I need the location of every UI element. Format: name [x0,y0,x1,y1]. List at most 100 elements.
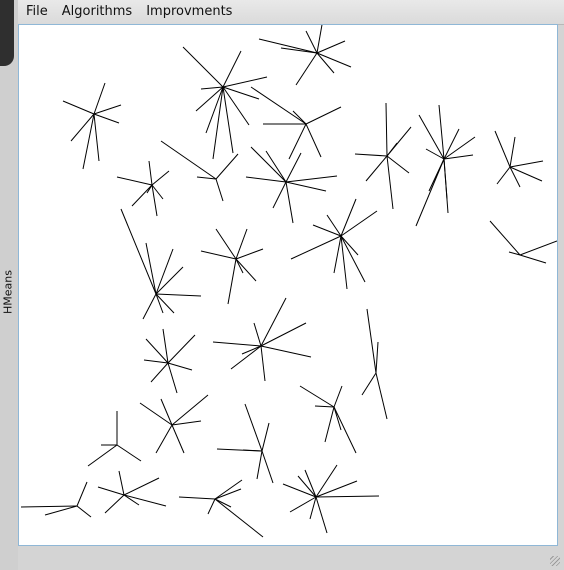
cluster-4 [250,86,342,160]
cluster-drawing [20,25,557,538]
cluster-21-spoke-2 [244,403,263,452]
cluster-14-spoke-2 [519,240,557,256]
cluster-23-spoke-1 [20,505,78,508]
cluster-12 [200,228,264,305]
cluster-15-spoke-4 [260,345,266,382]
cluster-5-spoke-5 [365,155,388,182]
cluster-5-spoke-6 [386,155,394,210]
cluster-15-spoke-1 [212,341,262,347]
cluster-10 [245,146,338,224]
cluster-18-spoke-3 [324,406,335,443]
cluster-8-spoke-7 [148,160,153,186]
cluster-12-spoke-4 [235,258,257,282]
cluster-15 [212,297,312,382]
cluster-21-spoke-3 [261,450,274,484]
cluster-5-spoke-3 [386,155,410,174]
cluster-2-spoke-6 [222,50,242,88]
cluster-11-spoke-6 [333,235,342,274]
cluster-12-spoke-3 [227,258,237,305]
cluster-10-spoke-5 [285,152,302,183]
menu-algorithms[interactable]: Algorithms [56,0,138,24]
cluster-22-spoke-6 [118,470,125,496]
cluster-14-spoke-3 [519,254,547,264]
cluster-22-spoke-2 [123,477,160,496]
cluster-10-spoke-6 [285,175,338,183]
cluster-24 [178,479,264,538]
cluster-5-spoke-1 [354,153,388,157]
cluster-6-spoke-10 [443,158,448,200]
cluster-8-spoke-2 [151,170,170,186]
cluster-8 [116,160,170,217]
drawing-canvas[interactable] [18,24,558,546]
cluster-9-spoke-2 [215,153,239,180]
menu-file[interactable]: File [20,0,54,24]
cluster-22-spoke-4 [104,494,125,514]
window-side-titlebar[interactable]: HMeans [0,0,19,570]
cluster-2-spoke-1 [182,46,224,88]
resize-grip-icon[interactable] [550,556,560,566]
cluster-15-spoke-3 [260,345,312,358]
cluster-1-spoke-1 [258,38,318,54]
cluster-2-spoke-8 [222,86,234,154]
cluster-12-spoke-2 [235,248,264,260]
cluster-10-spoke-1 [245,176,287,183]
cluster-19-spoke-2 [171,394,209,426]
cluster-16-spoke-5 [167,362,178,394]
cluster-3-spoke-7 [93,82,106,115]
cluster-18-spoke-1 [299,385,335,408]
cluster-18-spoke-5 [314,405,335,408]
cluster-5-spoke-4 [385,102,388,157]
cluster-1-spoke-3 [316,52,352,68]
cluster-16 [143,328,196,394]
cluster-17-spoke-1 [366,308,377,374]
cluster-2-spoke-7 [212,86,224,160]
cluster-9-spoke-1 [160,140,217,180]
cluster-16-spoke-4 [150,362,169,383]
cluster-19-spoke-4 [171,424,185,454]
cluster-23-spoke-3 [76,505,92,518]
cluster-7-spoke-6 [509,166,521,188]
cluster-13-spoke-8 [155,293,175,314]
cluster-11-spoke-1 [290,235,342,260]
cluster-3-spoke-6 [70,113,95,142]
cluster-7-spoke-4 [496,166,511,185]
cluster-3-spoke-3 [93,113,120,124]
cluster-6-spoke-5 [428,158,445,192]
cluster-10-spoke-4 [265,150,287,183]
cluster-4-spoke-3 [288,123,307,160]
cluster-12-spoke-1 [200,250,237,260]
window-bottom-border [18,546,564,570]
cluster-13-spoke-7 [155,293,164,314]
menu-improvments[interactable]: Improvments [140,0,238,24]
cluster-7 [494,130,544,188]
cluster-8-spoke-4 [131,184,153,207]
cluster-7-spoke-1 [494,130,511,168]
cluster-25-spoke-9 [315,464,338,498]
cluster-14-spoke-1 [489,220,521,256]
cluster-16-spoke-7 [143,359,169,364]
cluster-2-spoke-4 [222,76,268,88]
cluster-1-spoke-8 [305,30,318,54]
cluster-14 [489,220,557,264]
cluster-3-spoke-2 [93,104,122,115]
cluster-13-spoke-3 [155,248,174,295]
cluster-19 [139,394,209,454]
cluster-18 [299,385,357,454]
cluster-4-spoke-6 [292,110,307,125]
cluster-23 [20,481,92,518]
cluster-3-spoke-5 [93,113,100,162]
cluster-8-spoke-1 [116,176,153,186]
cluster-17-spoke-4 [375,341,379,374]
cluster-13-spoke-2 [145,242,157,295]
cluster-20-spoke-3 [116,444,142,462]
cluster-12-spoke-6 [215,228,237,260]
cluster-20 [87,411,142,467]
cluster-17-spoke-3 [361,372,377,396]
cluster-21-spoke-4 [256,450,263,480]
cluster-10-spoke-7 [272,181,287,209]
window-title: HMeans [1,270,15,314]
cluster-11 [290,198,378,290]
cluster-1-spoke-2 [316,40,346,54]
cluster-13-spoke-5 [142,293,157,320]
cluster-24-spoke-4 [207,498,216,515]
